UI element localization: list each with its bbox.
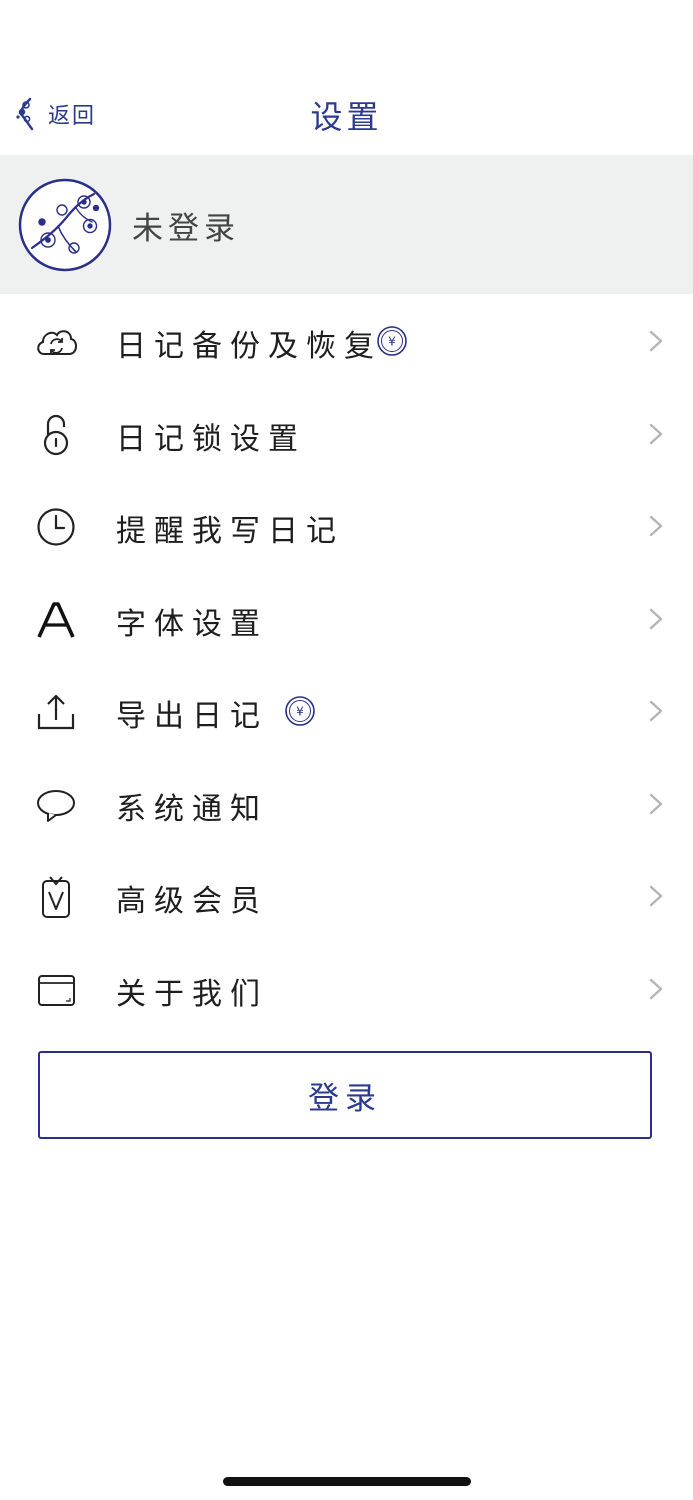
coin-badge-icon: ¥	[285, 696, 315, 726]
menu-label-reminder: 提醒我写日记	[116, 514, 344, 549]
chevron-right-icon	[649, 330, 663, 352]
chevron-right-icon	[649, 700, 663, 722]
menu-item-backup[interactable]: 日记备份及恢复 ¥	[0, 294, 693, 387]
menu-label-export: 导出日记	[116, 699, 268, 734]
page-title: 设置	[310, 98, 383, 136]
menu-item-about[interactable]: 关于我们	[0, 942, 693, 1035]
menu-label-notice: 系统通知	[116, 791, 268, 827]
login-status-label: 未登录	[132, 211, 240, 247]
header: 返回 设置	[0, 0, 693, 155]
menu-label-backup: 日记备份及恢复	[116, 329, 382, 364]
menu-label-vip: 高级会员	[116, 884, 268, 919]
chevron-right-icon	[649, 515, 663, 537]
menu-item-font[interactable]: 字体设置	[0, 572, 693, 665]
chat-bubble-icon	[37, 789, 75, 822]
chevron-right-icon	[649, 885, 663, 907]
menu-label-font: 字体设置	[116, 606, 268, 642]
avatar[interactable]	[18, 178, 112, 272]
menu-label-about: 关于我们	[116, 976, 268, 1012]
upload-icon	[37, 694, 75, 730]
login-button[interactable]: 登录	[38, 1051, 652, 1139]
menu-item-notice[interactable]: 系统通知	[0, 757, 693, 850]
chevron-right-icon	[649, 793, 663, 814]
menu-item-vip[interactable]: 高级会员	[0, 849, 693, 942]
window-card-icon	[38, 974, 75, 1006]
menu-item-reminder[interactable]: 提醒我写日记	[0, 479, 693, 572]
chevron-right-icon	[649, 423, 663, 444]
cloud-sync-icon	[37, 330, 77, 355]
menu-item-lock[interactable]: 日记锁设置	[0, 387, 693, 480]
svg-text:¥: ¥	[388, 335, 396, 349]
vip-card-icon	[42, 876, 70, 918]
settings-menu: 日记备份及恢复 ¥ 日记锁设置 提醒我写日记 字体设置 导出日记 ¥ 系统通知 …	[0, 294, 693, 1034]
menu-item-export[interactable]: 导出日记 ¥	[0, 664, 693, 757]
unlock-icon	[43, 414, 69, 455]
chevron-right-icon	[649, 978, 663, 999]
chevron-right-icon	[649, 608, 663, 629]
clock-icon	[37, 508, 75, 546]
svg-text:¥: ¥	[296, 705, 304, 719]
font-icon	[37, 601, 75, 638]
home-indicator[interactable]	[223, 1477, 471, 1486]
coin-badge-icon: ¥	[377, 326, 407, 356]
profile-section[interactable]: 未登录	[0, 155, 693, 294]
menu-label-lock: 日记锁设置	[116, 421, 306, 457]
